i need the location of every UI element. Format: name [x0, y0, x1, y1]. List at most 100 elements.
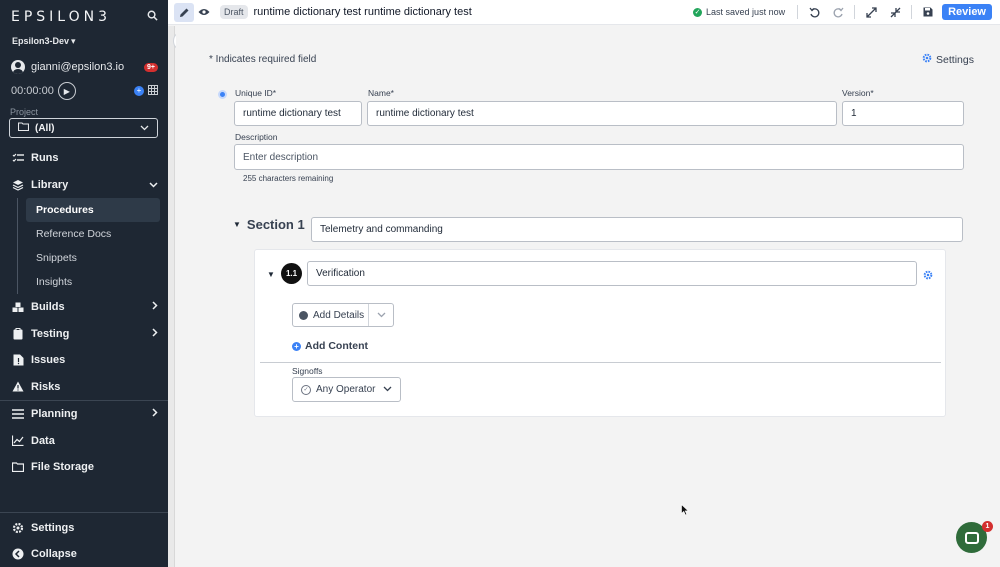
- chevron-down-icon[interactable]: [369, 312, 393, 318]
- preview-eye-icon[interactable]: [194, 3, 214, 22]
- subnav-item-procedures[interactable]: Procedures: [26, 198, 160, 222]
- add-details-label: Add Details: [313, 309, 365, 321]
- nav-item-data[interactable]: Data: [0, 428, 168, 455]
- chat-icon: [964, 531, 979, 544]
- collapse-all-icon[interactable]: [885, 3, 905, 22]
- subnav-item-reference-docs[interactable]: Reference Docs: [26, 222, 168, 246]
- redo-icon[interactable]: [828, 3, 848, 22]
- workspace-selector[interactable]: Epsilon3-Dev ▾: [0, 34, 168, 48]
- expand-all-icon[interactable]: [861, 3, 881, 22]
- name-label: Name*: [368, 88, 394, 98]
- operator-select[interactable]: ✓ Any Operator: [292, 377, 401, 402]
- subnav-item-snippets[interactable]: Snippets: [26, 246, 168, 270]
- nav-item-library[interactable]: Library: [0, 172, 168, 199]
- step-divider: [260, 362, 941, 363]
- add-timer-icon[interactable]: +: [134, 86, 144, 96]
- nav-item-issues[interactable]: Issues: [0, 347, 168, 374]
- section-title: Section 1: [246, 217, 305, 232]
- notification-badge[interactable]: 9+: [144, 62, 158, 72]
- add-details-dropdown[interactable]: Add Details: [292, 303, 394, 327]
- nav-item-runs[interactable]: Runs: [0, 145, 168, 172]
- add-content-button[interactable]: + Add Content: [292, 340, 368, 352]
- workspace-name: Epsilon3-Dev: [12, 36, 70, 46]
- nav-label: Settings: [31, 521, 75, 534]
- layers-icon: [12, 179, 24, 191]
- save-status: ✓ Last saved just now: [693, 7, 785, 17]
- runs-icon: [12, 152, 24, 164]
- calculator-icon[interactable]: [148, 84, 158, 98]
- library-subnav: Procedures Reference Docs Snippets Insig…: [17, 198, 168, 294]
- document-title: runtime dictionary test runtime dictiona…: [253, 6, 472, 18]
- warning-icon: [12, 381, 24, 393]
- step-number: 1.1: [281, 263, 302, 284]
- cubes-icon: [12, 301, 24, 313]
- plus-circle-icon: +: [292, 341, 301, 351]
- search-icon[interactable]: [147, 10, 158, 24]
- bars-icon: [12, 408, 24, 420]
- nav-item-planning[interactable]: Planning: [0, 401, 168, 428]
- timer-display: 00:00:00: [11, 85, 54, 97]
- review-button[interactable]: Review: [942, 4, 992, 20]
- characters-remaining: 255 characters remaining: [243, 174, 334, 183]
- gear-icon: [922, 53, 932, 66]
- description-textarea[interactable]: Enter description: [234, 144, 964, 170]
- caret-down-icon[interactable]: ▼: [233, 220, 241, 229]
- project-value: (All): [35, 122, 55, 134]
- nav-label: Data: [31, 434, 55, 447]
- section-name-input[interactable]: Telemetry and commanding: [311, 217, 963, 242]
- clipboard-icon: [12, 327, 24, 340]
- project-select[interactable]: (All): [9, 118, 158, 138]
- nav-label: Collapse: [31, 547, 77, 560]
- toolbar-divider: [854, 5, 856, 19]
- nav-item-testing[interactable]: Testing: [0, 321, 168, 348]
- play-icon[interactable]: ▶: [57, 82, 76, 100]
- chevron-down-icon: [149, 179, 158, 191]
- required-field-note: * Indicates required field: [209, 54, 317, 65]
- unique-id-input[interactable]: runtime dictionary test: [234, 101, 362, 126]
- name-input[interactable]: runtime dictionary test: [367, 101, 837, 126]
- header-selected-indicator[interactable]: [218, 90, 227, 99]
- nav-item-settings[interactable]: Settings: [0, 515, 168, 540]
- mouse-cursor-icon: [681, 503, 690, 519]
- settings-button[interactable]: Settings: [922, 53, 974, 66]
- folder-icon: [17, 122, 30, 134]
- subnav-item-insights[interactable]: Insights: [26, 270, 168, 294]
- nav-label: Testing: [31, 327, 70, 340]
- nav-label: Issues: [31, 354, 66, 367]
- toolbar-divider: [797, 5, 799, 19]
- side-panel-rail: [168, 26, 175, 567]
- collapse-button[interactable]: Collapse: [0, 540, 168, 567]
- status-badge: Draft: [220, 5, 248, 19]
- version-input[interactable]: 1: [842, 101, 964, 126]
- nav-item-builds[interactable]: Builds: [0, 294, 168, 321]
- nav-item-risks[interactable]: Risks: [0, 374, 168, 401]
- sidebar: EPSILON3 Epsilon3-Dev ▾ gianni@epsilon3.…: [0, 0, 168, 567]
- chevron-down-icon: [140, 123, 149, 134]
- step-settings-gear-icon[interactable]: [923, 270, 933, 283]
- editor-toolbar: Draft runtime dictionary test runtime di…: [168, 0, 1000, 25]
- step-card: ▼ 1.1 Verification Add Details + Add Con…: [254, 249, 946, 417]
- main-nav: Runs Library Procedures Reference Docs S…: [0, 145, 168, 481]
- nav-label: File Storage: [31, 461, 94, 474]
- issue-icon: [12, 354, 24, 366]
- edit-pencil-icon[interactable]: [174, 2, 194, 22]
- app-logo[interactable]: EPSILON3: [11, 9, 111, 25]
- nav-label: Planning: [31, 408, 78, 421]
- check-circle-icon: ✓: [693, 7, 703, 17]
- chevron-right-icon: [152, 408, 158, 420]
- user-row[interactable]: gianni@epsilon3.io 9+: [0, 54, 168, 80]
- chevron-right-icon: [152, 301, 158, 313]
- step-name-input[interactable]: Verification: [307, 261, 917, 286]
- undo-icon[interactable]: [804, 3, 824, 22]
- caret-down-icon[interactable]: ▼: [267, 270, 275, 279]
- bottom-divider: [0, 512, 168, 513]
- collapse-left-icon: [12, 548, 24, 560]
- save-disk-icon[interactable]: [918, 3, 938, 22]
- sidebar-bottom: Settings Collapse: [0, 512, 168, 567]
- caret-down-icon: ▾: [71, 35, 76, 46]
- logo-row: EPSILON3: [0, 0, 168, 34]
- save-status-text: Last saved just now: [706, 7, 786, 17]
- chevron-right-icon: [152, 328, 158, 340]
- unique-id-label: Unique ID*: [235, 88, 277, 98]
- nav-item-file-storage[interactable]: File Storage: [0, 454, 168, 481]
